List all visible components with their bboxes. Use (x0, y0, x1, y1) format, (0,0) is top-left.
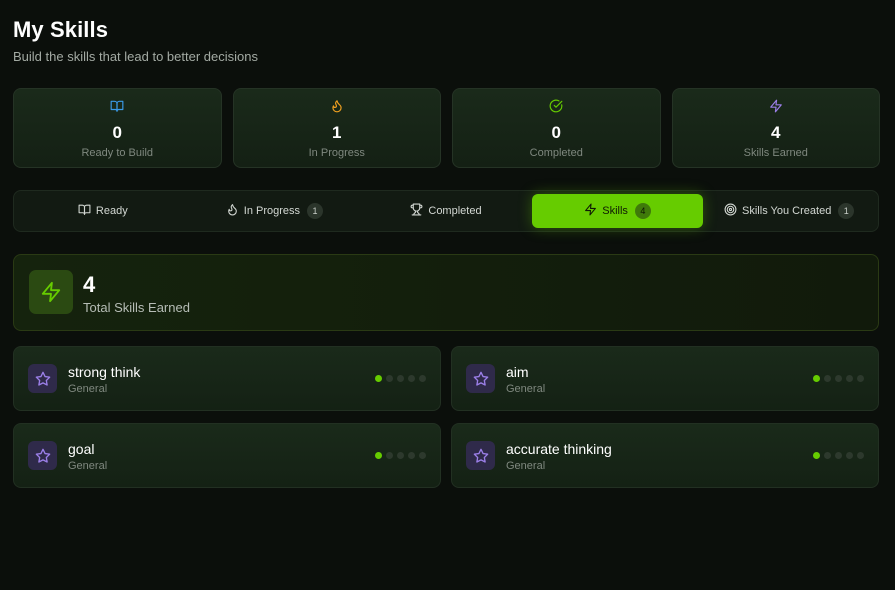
check-circle-icon (549, 99, 563, 118)
total-skills-value: 4 (83, 272, 96, 297)
total-skills-card: 4 Total Skills Earned (13, 254, 879, 331)
tab-ready[interactable]: Ready (17, 194, 189, 228)
skill-level-dots (813, 452, 864, 459)
level-dot (375, 452, 382, 459)
stats-row: 0 Ready to Build 1 In Progress 0 Complet… (13, 88, 880, 168)
stat-value: 4 (771, 123, 781, 142)
skill-level-dots (375, 375, 426, 382)
zap-icon (29, 270, 73, 314)
level-dot (386, 452, 393, 459)
skill-category: General (506, 383, 546, 395)
level-dot (813, 375, 820, 382)
level-dot (386, 375, 393, 382)
skill-card[interactable]: goal General (13, 423, 441, 488)
level-dot (846, 452, 853, 459)
stat-value: 1 (332, 123, 342, 142)
stat-label: In Progress (308, 147, 365, 159)
stat-value: 0 (551, 123, 561, 142)
skill-card[interactable]: aim General (451, 346, 879, 411)
star-icon (466, 364, 495, 393)
skills-page: My Skills Build the skills that lead to … (0, 0, 895, 590)
book-open-icon (78, 203, 91, 219)
tab-label: Ready (95, 205, 128, 217)
level-dot (397, 452, 404, 459)
skill-level-dots (375, 452, 426, 459)
level-dot (419, 375, 426, 382)
tab-label: Completed (428, 205, 482, 217)
page-title: My Skills (13, 17, 109, 42)
stat-value: 0 (112, 123, 122, 142)
skill-category: General (68, 460, 108, 472)
star-icon (28, 441, 57, 470)
zap-icon (769, 99, 783, 118)
tab-label: In Progress (243, 205, 301, 217)
star-icon (28, 364, 57, 393)
level-dot (408, 375, 415, 382)
zap-icon (584, 203, 597, 219)
stat-in-progress: 1 In Progress (232, 88, 441, 168)
skill-tabs: Ready In Progress 1 Completed Skills 4 S… (13, 190, 879, 232)
star-icon (466, 441, 495, 470)
skill-name: goal (68, 441, 95, 457)
trophy-icon (410, 203, 423, 219)
count-badge: 4 (634, 203, 651, 219)
stat-completed: 0 Completed (452, 88, 661, 168)
skill-card[interactable]: strong think General (13, 346, 441, 411)
stat-skills-earned: 4 Skills Earned (671, 88, 880, 168)
level-dot (813, 452, 820, 459)
level-dot (857, 375, 864, 382)
level-dot (408, 452, 415, 459)
stat-label: Completed (529, 147, 583, 159)
level-dot (857, 452, 864, 459)
level-dot (375, 375, 382, 382)
tab-completed[interactable]: Completed (360, 194, 532, 228)
level-dot (419, 452, 426, 459)
skill-category: General (68, 383, 108, 395)
tab-skills-you-created[interactable]: Skills You Created 1 (703, 194, 875, 228)
skill-category: General (506, 460, 546, 472)
stat-ready: 0 Ready to Build (13, 88, 222, 168)
tab-in-progress[interactable]: In Progress 1 (189, 194, 361, 228)
book-open-icon (110, 99, 124, 118)
skill-name: aim (506, 364, 529, 380)
skill-name: accurate thinking (506, 441, 612, 457)
flame-icon (226, 203, 239, 219)
skill-name: strong think (68, 364, 141, 380)
skill-card[interactable]: accurate thinking General (451, 423, 879, 488)
tab-label: Skills You Created (742, 205, 832, 217)
skills-grid: strong think General aim General goal Ge… (13, 346, 879, 488)
tab-label: Skills (602, 205, 628, 217)
count-badge: 1 (307, 203, 324, 219)
page-subtitle: Build the skills that lead to better dec… (13, 49, 258, 64)
level-dot (824, 452, 831, 459)
stat-label: Skills Earned (743, 147, 808, 159)
level-dot (846, 375, 853, 382)
skill-level-dots (813, 375, 864, 382)
level-dot (397, 375, 404, 382)
level-dot (824, 375, 831, 382)
level-dot (835, 452, 842, 459)
flame-icon (330, 99, 344, 118)
level-dot (835, 375, 842, 382)
tab-skills[interactable]: Skills 4 (531, 194, 704, 228)
stat-label: Ready to Build (81, 147, 154, 159)
total-skills-label: Total Skills Earned (83, 300, 190, 315)
target-icon (724, 203, 737, 219)
count-badge: 1 (838, 203, 855, 219)
